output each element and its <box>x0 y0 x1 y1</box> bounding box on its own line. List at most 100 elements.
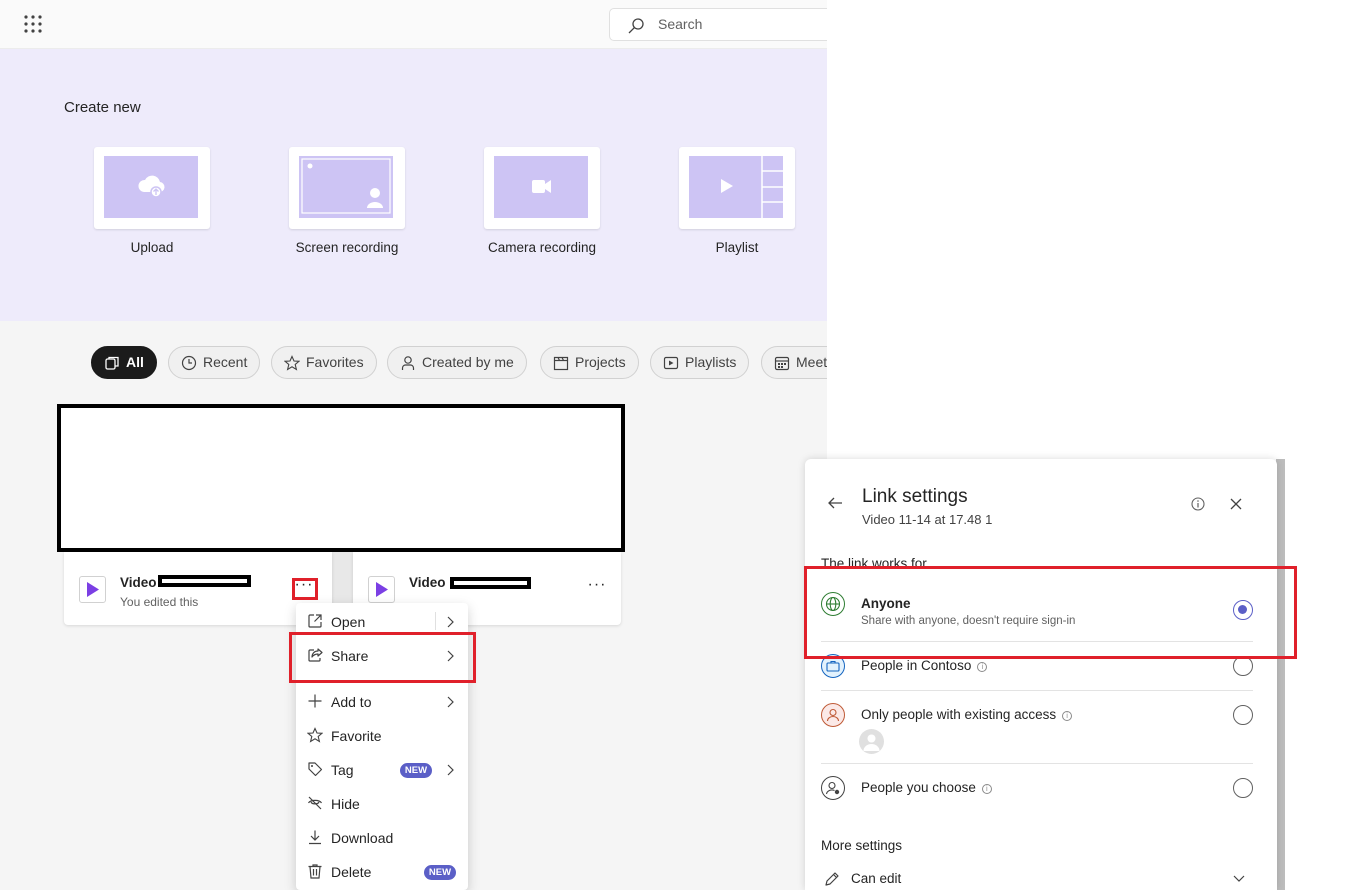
menu-item-tag[interactable]: Tag NEW <box>296 754 468 784</box>
chevron-right-icon <box>446 764 454 776</box>
menu-item-label: Favorite <box>331 728 382 744</box>
upload-card <box>94 147 210 229</box>
radio-existing-access[interactable] <box>1233 705 1253 725</box>
panel-edge <box>1276 459 1285 890</box>
menu-item-add-to[interactable]: Add to <box>296 686 468 716</box>
person-settings-icon <box>821 776 845 800</box>
more-options-button[interactable]: ··· <box>585 577 609 600</box>
search-box[interactable] <box>609 8 827 41</box>
filter-favorites[interactable]: Favorites <box>271 346 377 379</box>
option-people-in-org[interactable]: People in Contoso i <box>821 654 1253 684</box>
playlist-tile[interactable]: Playlist <box>679 147 795 255</box>
new-badge: NEW <box>400 763 432 778</box>
filter-recent[interactable]: Recent <box>168 346 261 379</box>
option-title-text: People in Contoso <box>861 658 972 673</box>
option-title: Only people with existing access i <box>861 707 1073 722</box>
filter-meetings[interactable]: Meet <box>761 346 827 379</box>
option-title: Anyone <box>861 596 911 611</box>
option-title: People you choose i <box>861 780 992 795</box>
upload-label: Upload <box>130 240 174 255</box>
search-input[interactable] <box>658 16 818 32</box>
playlist-icon <box>689 156 783 218</box>
menu-item-label: Share <box>331 648 369 664</box>
info-icon[interactable]: i <box>981 784 992 794</box>
filter-all-label: All <box>126 354 144 370</box>
person-icon <box>821 703 845 727</box>
filter-playlists-label: Playlists <box>685 354 737 370</box>
panel-title: Link settings <box>862 486 968 507</box>
radio-people-you-choose[interactable] <box>1233 778 1253 798</box>
more-options-button[interactable]: ··· <box>292 577 316 600</box>
option-title-text: Only people with existing access <box>861 707 1057 722</box>
chevron-down-icon <box>1233 875 1245 883</box>
create-new-heading: Create new <box>64 99 141 116</box>
play-icon <box>368 576 395 603</box>
redacted-thumbnail <box>57 404 625 552</box>
camera-icon <box>494 156 588 218</box>
redacted-name <box>450 577 531 589</box>
info-icon[interactable]: i <box>977 662 988 672</box>
download-icon <box>307 829 323 845</box>
option-anyone[interactable]: Anyone Share with anyone, doesn't requir… <box>821 592 1253 632</box>
star-icon <box>307 727 323 743</box>
camera-recording-card <box>484 147 600 229</box>
menu-item-favorite[interactable]: Favorite <box>296 720 468 750</box>
chevron-right-icon <box>446 616 454 628</box>
chevron-right-icon <box>446 696 454 708</box>
panel-subtitle: Video 11-14 at 17.48 1 <box>862 512 993 527</box>
back-arrow-icon[interactable] <box>827 495 843 511</box>
menu-item-share[interactable]: Share <box>296 640 468 670</box>
filter-recent-label: Recent <box>203 354 248 370</box>
briefcase-icon <box>821 654 845 678</box>
option-title-text: People you choose <box>861 780 976 795</box>
person-icon <box>400 355 416 371</box>
filter-all[interactable]: All <box>91 346 157 379</box>
calendar-icon <box>774 355 790 371</box>
info-icon[interactable]: i <box>1062 711 1073 721</box>
permission-label: Can edit <box>851 871 902 886</box>
menu-item-hide[interactable]: Hide <box>296 788 468 818</box>
upload-tile[interactable]: Upload <box>94 147 210 255</box>
divider <box>435 612 436 630</box>
app-launcher-icon[interactable] <box>22 13 44 35</box>
link-settings-panel: Link settings Video 11-14 at 17.48 1 The… <box>805 459 1277 890</box>
option-title: People in Contoso i <box>861 658 988 673</box>
more-settings-label: More settings <box>821 838 903 853</box>
menu-item-delete[interactable]: Delete NEW <box>296 856 468 886</box>
playlist-icon <box>663 355 679 371</box>
radio-people-in-org[interactable] <box>1233 656 1253 676</box>
video-name: Video <box>409 575 446 590</box>
camera-recording-tile[interactable]: Camera recording <box>484 147 600 255</box>
cloud-upload-icon <box>104 156 198 218</box>
screen-recording-tile[interactable]: Screen recording <box>289 147 405 255</box>
info-icon[interactable] <box>1191 497 1205 511</box>
link-works-for-label: The link works for <box>821 556 927 571</box>
radio-anyone[interactable] <box>1233 600 1253 620</box>
menu-item-download[interactable]: Download <box>296 822 468 852</box>
video-card-1[interactable]: Video You edited this ··· <box>64 552 332 625</box>
filter-created-by-me[interactable]: Created by me <box>387 346 527 379</box>
option-people-you-choose[interactable]: People you choose i <box>821 776 1253 806</box>
screen-recording-card <box>289 147 405 229</box>
all-icon <box>104 355 120 371</box>
filter-meetings-label: Meet <box>796 354 827 370</box>
close-icon[interactable] <box>1230 498 1242 510</box>
menu-item-label: Hide <box>331 796 360 812</box>
avatar <box>859 729 884 754</box>
filter-playlists[interactable]: Playlists <box>650 346 750 379</box>
permission-dropdown[interactable]: Can edit <box>821 869 1253 890</box>
stream-app: Create new Upload Screen recording <box>0 0 827 890</box>
option-existing-access[interactable]: Only people with existing access i <box>821 703 1253 759</box>
menu-item-open[interactable]: Open <box>296 606 468 636</box>
trash-icon <box>307 863 323 879</box>
menu-item-label: Download <box>331 830 394 846</box>
menu-item-label: Delete <box>331 864 372 880</box>
menu-item-label: Tag <box>331 762 354 778</box>
screen-recording-icon <box>299 156 393 218</box>
star-icon <box>284 355 300 371</box>
filter-projects[interactable]: Projects <box>540 346 639 379</box>
divider <box>821 690 1253 691</box>
plus-icon <box>307 693 323 709</box>
filter-created-by-me-label: Created by me <box>422 354 514 370</box>
clock-icon <box>181 355 197 371</box>
